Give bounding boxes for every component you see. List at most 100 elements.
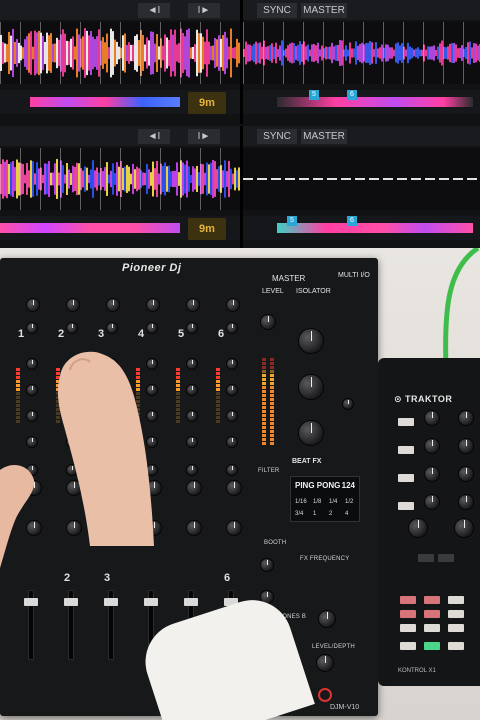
channel-6-send-knob[interactable] bbox=[226, 520, 242, 536]
channel-5-fader[interactable] bbox=[184, 598, 198, 606]
channel-6-knob-1[interactable] bbox=[226, 298, 240, 312]
channel-2-knob-2[interactable] bbox=[66, 322, 78, 334]
controller-button-5[interactable] bbox=[400, 596, 416, 604]
controller-knob-9[interactable] bbox=[408, 518, 428, 538]
channel-5-filter-knob[interactable] bbox=[186, 480, 202, 496]
channel-1-knob-4[interactable] bbox=[26, 384, 38, 396]
deck-b-master-button[interactable]: MASTER bbox=[301, 3, 347, 18]
channel-6-knob-2[interactable] bbox=[226, 322, 238, 334]
controller-knob-8[interactable] bbox=[458, 494, 474, 510]
deck-c-waveform[interactable] bbox=[0, 148, 240, 210]
channel-3-knob-2[interactable] bbox=[106, 322, 118, 334]
deck-a-next-button[interactable]: I► bbox=[188, 3, 220, 18]
controller-button-15[interactable] bbox=[424, 642, 440, 650]
deck-c-next-button[interactable]: I► bbox=[188, 129, 220, 144]
deck-b-cue-marker-1[interactable]: 5 bbox=[309, 90, 319, 100]
channel-5-knob-3[interactable] bbox=[186, 358, 198, 370]
controller-knob-4[interactable] bbox=[458, 438, 474, 454]
channel-5-knob-2[interactable] bbox=[186, 322, 198, 334]
controller-button-9[interactable] bbox=[424, 610, 440, 618]
deck-b-waveform[interactable] bbox=[243, 22, 480, 84]
deck-b-topbar: SYNC MASTER bbox=[243, 0, 480, 20]
channel-6-knob-5[interactable] bbox=[226, 410, 238, 422]
channel-1-knob-3[interactable] bbox=[26, 358, 38, 370]
level-knob[interactable] bbox=[342, 398, 354, 410]
channel-5-knob-1[interactable] bbox=[186, 298, 200, 312]
channel-5-meter bbox=[176, 368, 180, 424]
channel-6-knob-3[interactable] bbox=[226, 358, 238, 370]
fx-frequency-label: FX FREQUENCY bbox=[300, 556, 350, 562]
channel-5-knob-7[interactable] bbox=[186, 464, 198, 476]
deck-a-waveform[interactable] bbox=[0, 22, 240, 84]
isolator-mid-knob[interactable] bbox=[298, 374, 324, 400]
controller-knob-5[interactable] bbox=[424, 466, 440, 482]
channel-3-knob-1[interactable] bbox=[106, 298, 120, 312]
channel-2-label: 2 bbox=[58, 328, 65, 340]
controller-knob-1[interactable] bbox=[424, 410, 440, 426]
controller-button-8[interactable] bbox=[400, 610, 416, 618]
channel-1-knob-2[interactable] bbox=[26, 322, 38, 334]
controller-knob-10[interactable] bbox=[454, 518, 474, 538]
isolator-low-knob[interactable] bbox=[298, 420, 324, 446]
channel-2-fader[interactable] bbox=[64, 598, 78, 606]
channel-6-knob-7[interactable] bbox=[226, 464, 238, 476]
booth-knob[interactable] bbox=[260, 558, 274, 572]
controller-button-14[interactable] bbox=[400, 642, 416, 650]
deck-d-overview[interactable]: I◄ bbox=[243, 216, 480, 328]
channel-6-knob-4[interactable] bbox=[226, 384, 238, 396]
controller-knob-2[interactable] bbox=[458, 410, 474, 426]
beat-1-16: 1/16 bbox=[295, 499, 307, 505]
traktor-screen: ◄I I► ▶ 9m SYNC MASTER bbox=[0, 0, 480, 328]
master-level-knob[interactable] bbox=[260, 314, 276, 330]
isolator-hi-knob[interactable] bbox=[298, 328, 324, 354]
deck-d-waveform[interactable] bbox=[243, 148, 480, 210]
channel-6-knob-6[interactable] bbox=[226, 436, 238, 448]
controller-knob-7[interactable] bbox=[424, 494, 440, 510]
controller-button-3[interactable] bbox=[398, 474, 414, 482]
fx-on-knob[interactable] bbox=[316, 654, 334, 672]
beat-1-2: 1/2 bbox=[345, 499, 354, 505]
channel-1-knob-1[interactable] bbox=[26, 298, 40, 312]
deck-c-prev-button[interactable]: ◄I bbox=[138, 129, 170, 144]
channel-1-fader[interactable] bbox=[24, 598, 38, 606]
beat-3-4: 3/4 bbox=[295, 511, 304, 517]
controller-button-13[interactable] bbox=[448, 624, 464, 632]
deck-d-master-button[interactable]: MASTER bbox=[301, 129, 347, 144]
controller-button-18[interactable] bbox=[438, 554, 454, 562]
channel-5-send-knob[interactable] bbox=[186, 520, 202, 536]
deck-b-overview[interactable]: I◄ bbox=[243, 90, 480, 202]
bottom-channel-6: 6 bbox=[224, 572, 231, 584]
controller-button-16[interactable] bbox=[448, 642, 464, 650]
channel-4-knob-1[interactable] bbox=[146, 298, 160, 312]
channel-6-filter-knob[interactable] bbox=[226, 480, 242, 496]
channel-5-knob-4[interactable] bbox=[186, 384, 198, 396]
deck-b-sync-button[interactable]: SYNC bbox=[257, 3, 297, 18]
controller-button-1[interactable] bbox=[398, 418, 414, 426]
deck-b-cue-marker-2[interactable]: 6 bbox=[347, 90, 357, 100]
channel-5-knob-6[interactable] bbox=[186, 436, 198, 448]
controller-button-2[interactable] bbox=[398, 446, 414, 454]
channel-4-fader[interactable] bbox=[144, 598, 158, 606]
deck-d-cue-marker-1[interactable]: 5 bbox=[287, 216, 297, 226]
controller-button-6[interactable] bbox=[424, 596, 440, 604]
deck-d-cue-marker-2[interactable]: 6 bbox=[347, 216, 357, 226]
deck-d-topbar: SYNC MASTER bbox=[243, 126, 480, 146]
controller-knob-6[interactable] bbox=[458, 466, 474, 482]
fx-level-depth-knob[interactable] bbox=[318, 610, 336, 628]
controller-button-17[interactable] bbox=[418, 554, 434, 562]
controller-button-7[interactable] bbox=[448, 596, 464, 604]
channel-4-knob-2[interactable] bbox=[146, 322, 158, 334]
deck-d-sync-button[interactable]: SYNC bbox=[257, 129, 297, 144]
channel-1-knob-6[interactable] bbox=[26, 436, 38, 448]
channel-3-fader[interactable] bbox=[104, 598, 118, 606]
controller-button-12[interactable] bbox=[424, 624, 440, 632]
fx-on-button[interactable] bbox=[318, 688, 332, 702]
channel-1-knob-5[interactable] bbox=[26, 410, 38, 422]
channel-5-knob-5[interactable] bbox=[186, 410, 198, 422]
controller-button-11[interactable] bbox=[400, 624, 416, 632]
deck-a-prev-button[interactable]: ◄I bbox=[138, 3, 170, 18]
controller-knob-3[interactable] bbox=[424, 438, 440, 454]
controller-button-4[interactable] bbox=[398, 502, 414, 510]
channel-2-knob-1[interactable] bbox=[66, 298, 80, 312]
controller-button-10[interactable] bbox=[448, 610, 464, 618]
